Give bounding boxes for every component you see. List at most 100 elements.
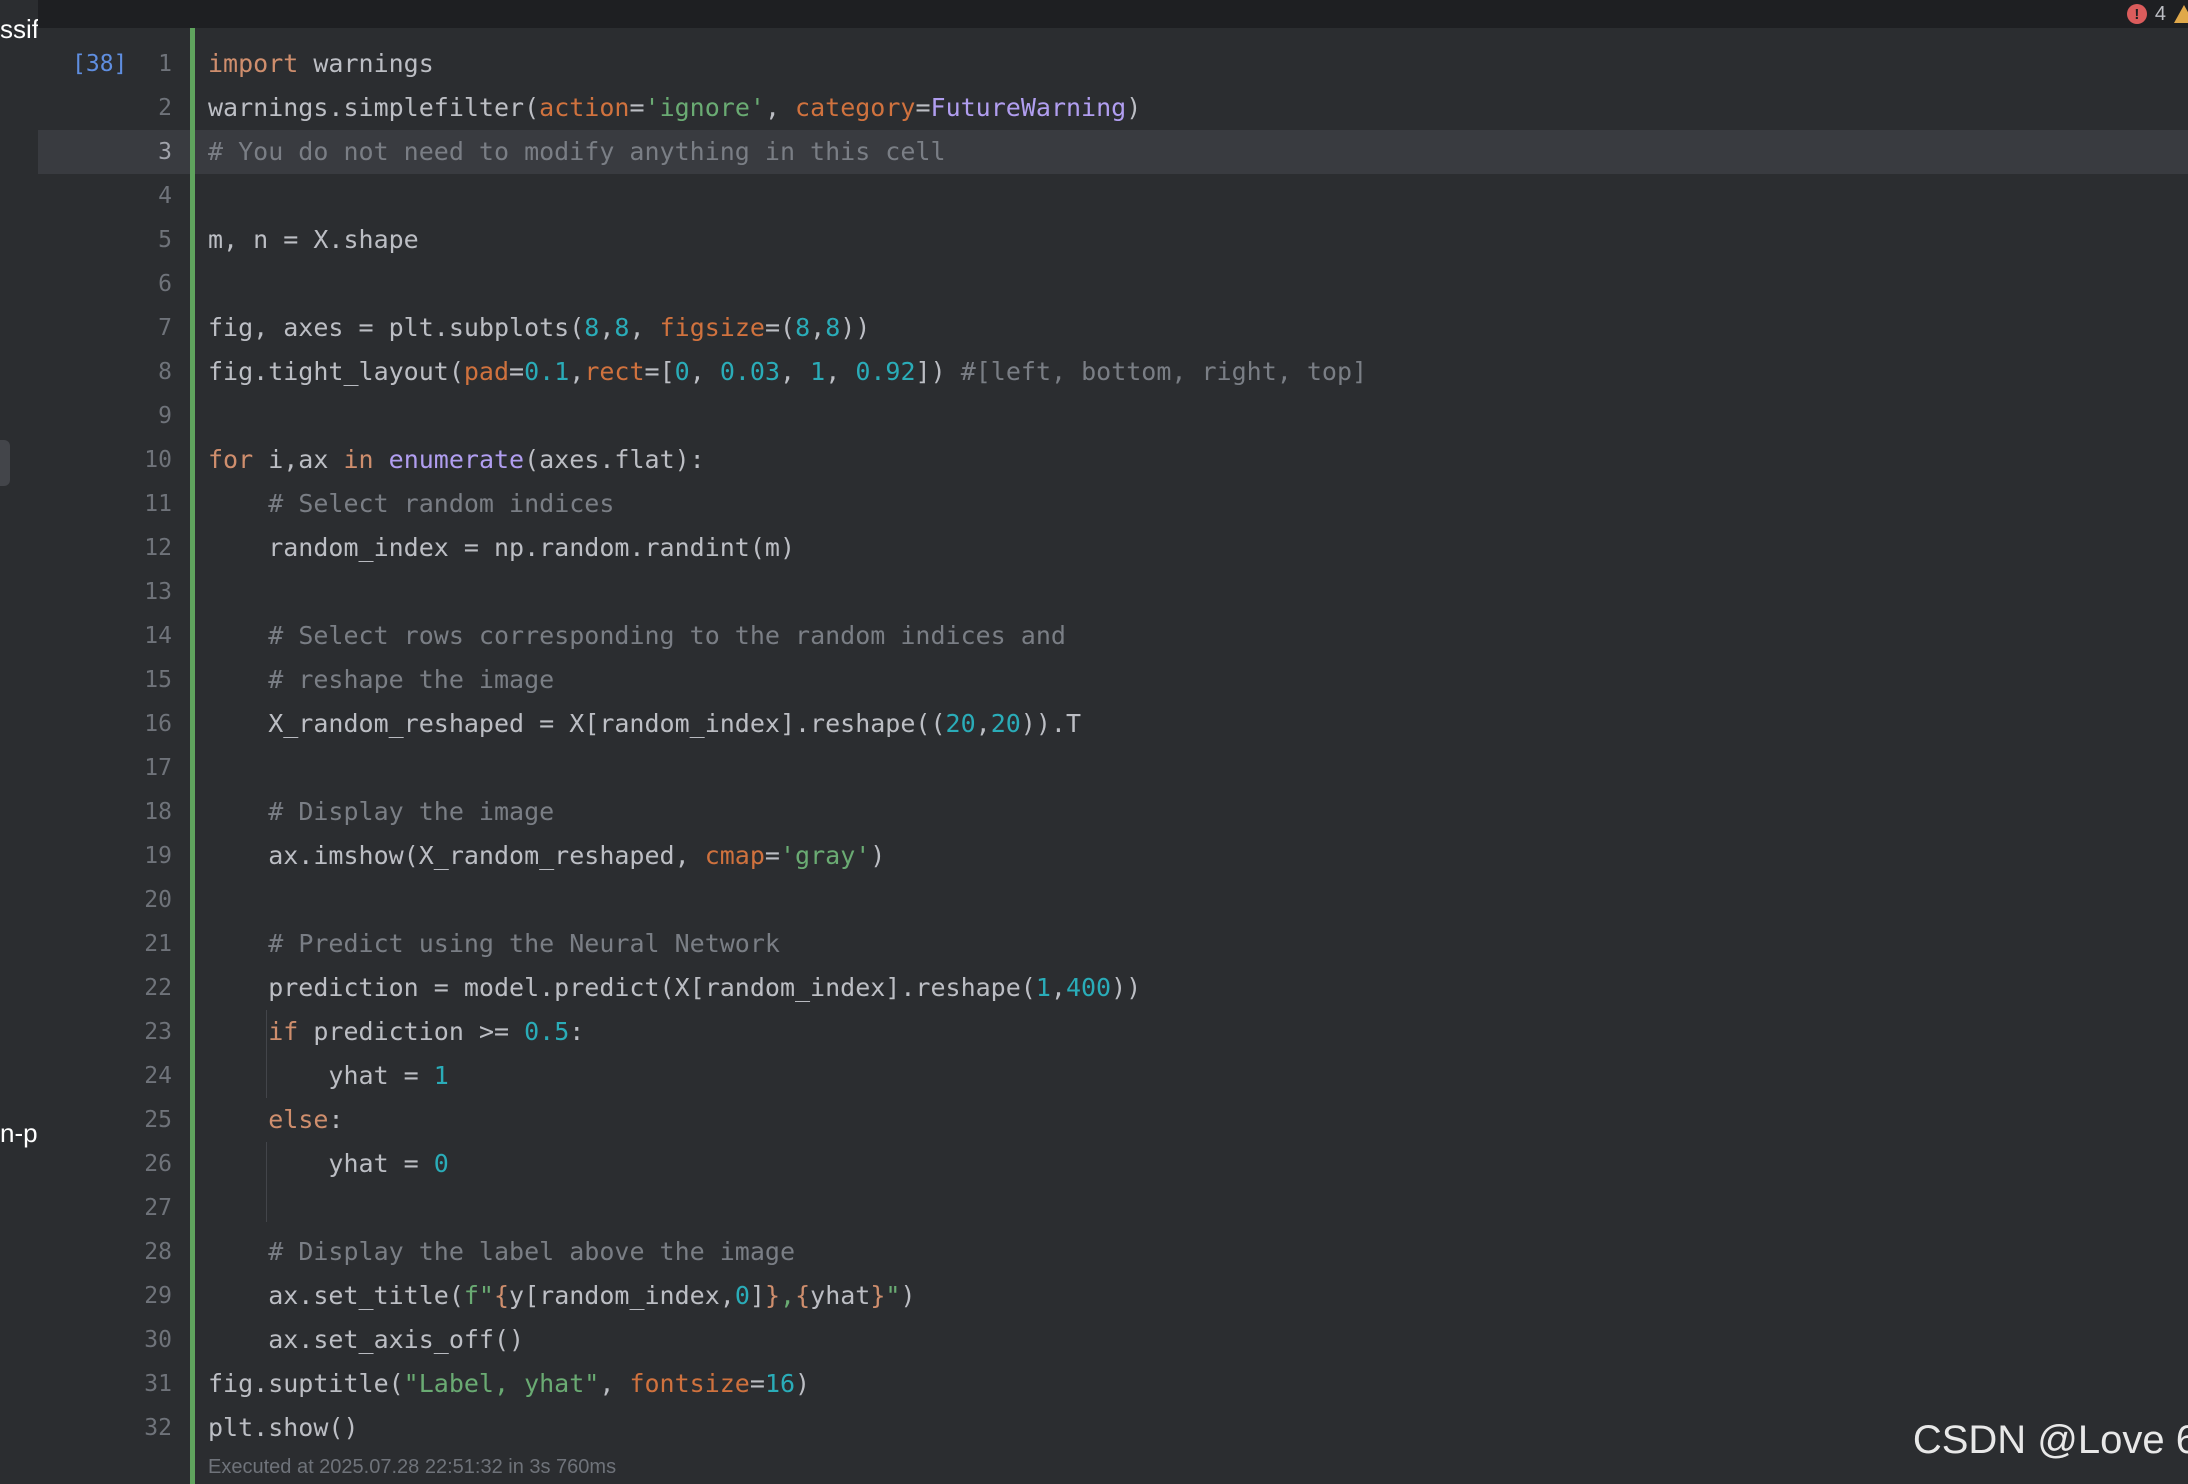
code-cell[interactable]: 1 import warnings 2 warnings.simplefilter(a… bbox=[38, 42, 2188, 1450]
code-text: # You do not need to modify anything in … bbox=[208, 130, 946, 174]
code-line[interactable]: 16 X_random_reshaped = X[random_index].r… bbox=[38, 702, 2188, 746]
code-line[interactable]: 4 bbox=[38, 174, 2188, 218]
code-line[interactable]: 27 bbox=[38, 1186, 2188, 1230]
line-number: 7 bbox=[158, 315, 172, 341]
code-token: i,ax bbox=[253, 445, 344, 474]
number-token: 8 bbox=[825, 313, 841, 342]
parameter-token: fontsize bbox=[629, 1369, 750, 1398]
line-number: 30 bbox=[144, 1327, 172, 1353]
code-line[interactable]: 24 yhat = 1 bbox=[38, 1054, 2188, 1098]
code-token: ] bbox=[749, 1281, 765, 1310]
code-line[interactable]: 6 bbox=[38, 262, 2188, 306]
line-number: 11 bbox=[144, 491, 172, 517]
number-token: 0.1 bbox=[524, 357, 570, 386]
code-line[interactable]: 12 random_index = np.random.randint(m) bbox=[38, 526, 2188, 570]
code-line[interactable]: 8 fig.tight_layout(pad=0.1,rect=[0, 0.03,… bbox=[38, 350, 2188, 394]
code-token: prediction = model.predict(X[random_inde… bbox=[208, 973, 1036, 1002]
code-line[interactable]: 23 if prediction >= 0.5: bbox=[38, 1010, 2188, 1054]
code-text: prediction = model.predict(X[random_inde… bbox=[208, 966, 1141, 1010]
number-token: 1 bbox=[433, 1061, 449, 1090]
code-line[interactable]: 20 bbox=[38, 878, 2188, 922]
code-token: = bbox=[749, 1369, 765, 1398]
ide-window: ! 4 ssifi n-p [38] 1import warnings2warn… bbox=[0, 0, 2188, 1484]
line-number: 26 bbox=[144, 1151, 172, 1177]
code-token: ]) bbox=[915, 357, 961, 386]
keyword-token: { bbox=[493, 1281, 510, 1310]
side-panel-handle[interactable] bbox=[0, 440, 10, 486]
number-token: 8 bbox=[795, 313, 811, 342]
line-number: 28 bbox=[144, 1239, 172, 1265]
code-line[interactable]: 7 fig, axes = plt.subplots(8,8, figsize=(… bbox=[38, 306, 2188, 350]
line-number: 22 bbox=[144, 975, 172, 1001]
code-token: =[ bbox=[644, 357, 675, 386]
code-text: warnings.simplefilter(action='ignore', c… bbox=[208, 86, 1141, 130]
execution-status: Executed at 2025.07.28 22:51:32 in 3s 76… bbox=[208, 1456, 617, 1478]
code-line[interactable]: 9 bbox=[38, 394, 2188, 438]
code-token: ) bbox=[795, 1369, 811, 1398]
code-token: ) bbox=[900, 1281, 916, 1310]
line-number: 4 bbox=[158, 183, 172, 209]
code-line[interactable]: 2 warnings.simplefilter(action='ignore', … bbox=[38, 86, 2188, 130]
code-line[interactable]: 10 for i,ax in enumerate(axes.flat): bbox=[38, 438, 2188, 482]
code-line[interactable]: 29 ax.set_title(f"{y[random_index,0]},{y… bbox=[38, 1274, 2188, 1318]
code-line[interactable]: 5 m, n = X.shape bbox=[38, 218, 2188, 262]
line-number: 31 bbox=[144, 1371, 172, 1397]
code-line[interactable]: 31 fig.suptitle("Label, yhat", fontsize=1… bbox=[38, 1362, 2188, 1406]
code-line[interactable]: 28 # Display the label above the image bbox=[38, 1230, 2188, 1274]
code-line[interactable]: 19 ax.imshow(X_random_reshaped, cmap='gr… bbox=[38, 834, 2188, 878]
code-line[interactable]: 3 # You do not need to modify anything in… bbox=[38, 130, 2188, 174]
line-number: 29 bbox=[144, 1283, 172, 1309]
code-text: # Select random indices bbox=[208, 482, 614, 526]
keyword-token: import bbox=[208, 49, 299, 78]
comment-token: # Predict using the Neural Network bbox=[268, 929, 780, 958]
keyword-token: } bbox=[764, 1281, 781, 1310]
side-panel-text-top[interactable]: ssifi bbox=[0, 14, 38, 45]
number-token: 0.92 bbox=[855, 357, 916, 386]
code-line[interactable]: 30 ax.set_axis_off() bbox=[38, 1318, 2188, 1362]
code-text: # Display the label above the image bbox=[208, 1230, 795, 1274]
line-number: 24 bbox=[144, 1063, 172, 1089]
code-line[interactable]: 15 # reshape the image bbox=[38, 658, 2188, 702]
code-line[interactable]: 18 # Display the image bbox=[38, 790, 2188, 834]
notebook-editor: [38] 1 import warnings 2 warnings.simplefil… bbox=[38, 28, 2188, 1484]
code-line[interactable]: 1 import warnings bbox=[38, 42, 2188, 86]
cell-executed-indicator[interactable] bbox=[190, 28, 195, 1484]
code-line[interactable]: 32 plt.show() bbox=[38, 1406, 2188, 1450]
keyword-token: } bbox=[870, 1281, 886, 1310]
code-token: yhat bbox=[810, 1281, 871, 1310]
code-line[interactable]: 22 prediction = model.predict(X[random_i… bbox=[38, 966, 2188, 1010]
side-panel-text-bottom[interactable]: n-p bbox=[0, 1118, 38, 1149]
line-number: 23 bbox=[144, 1019, 172, 1045]
builtin-token: enumerate bbox=[388, 445, 525, 474]
number-token: 20 bbox=[990, 709, 1021, 738]
line-number: 17 bbox=[144, 755, 172, 781]
code-line[interactable]: 21 # Predict using the Neural Network bbox=[38, 922, 2188, 966]
code-line[interactable]: 17 bbox=[38, 746, 2188, 790]
parameter-token: rect bbox=[584, 357, 645, 386]
code-line[interactable]: 25 else: bbox=[38, 1098, 2188, 1142]
top-bar: ! 4 bbox=[0, 0, 2188, 28]
code-line[interactable]: 11 # Select random indices bbox=[38, 482, 2188, 526]
code-token: fig.suptitle( bbox=[208, 1369, 404, 1398]
code-line[interactable]: 26 yhat = 0 bbox=[38, 1142, 2188, 1186]
code-line[interactable]: 14 # Select rows corresponding to the ra… bbox=[38, 614, 2188, 658]
number-token: 8 bbox=[614, 313, 630, 342]
code-text: fig.suptitle("Label, yhat", fontsize=16) bbox=[208, 1362, 810, 1406]
number-token: 0 bbox=[734, 1281, 750, 1310]
comment-token: #[left, bottom, right, top] bbox=[960, 357, 1368, 386]
builtin-token: FutureWarning bbox=[930, 93, 1127, 122]
code-token: , bbox=[599, 313, 615, 342]
code-token: = bbox=[629, 93, 645, 122]
code-line[interactable]: 13 bbox=[38, 570, 2188, 614]
code-token: , bbox=[569, 357, 585, 386]
code-text: else: bbox=[208, 1098, 343, 1142]
inspection-badges[interactable]: ! 4 bbox=[2126, 0, 2188, 28]
code-text: yhat = 1 bbox=[208, 1054, 449, 1098]
line-number: 8 bbox=[158, 359, 172, 385]
